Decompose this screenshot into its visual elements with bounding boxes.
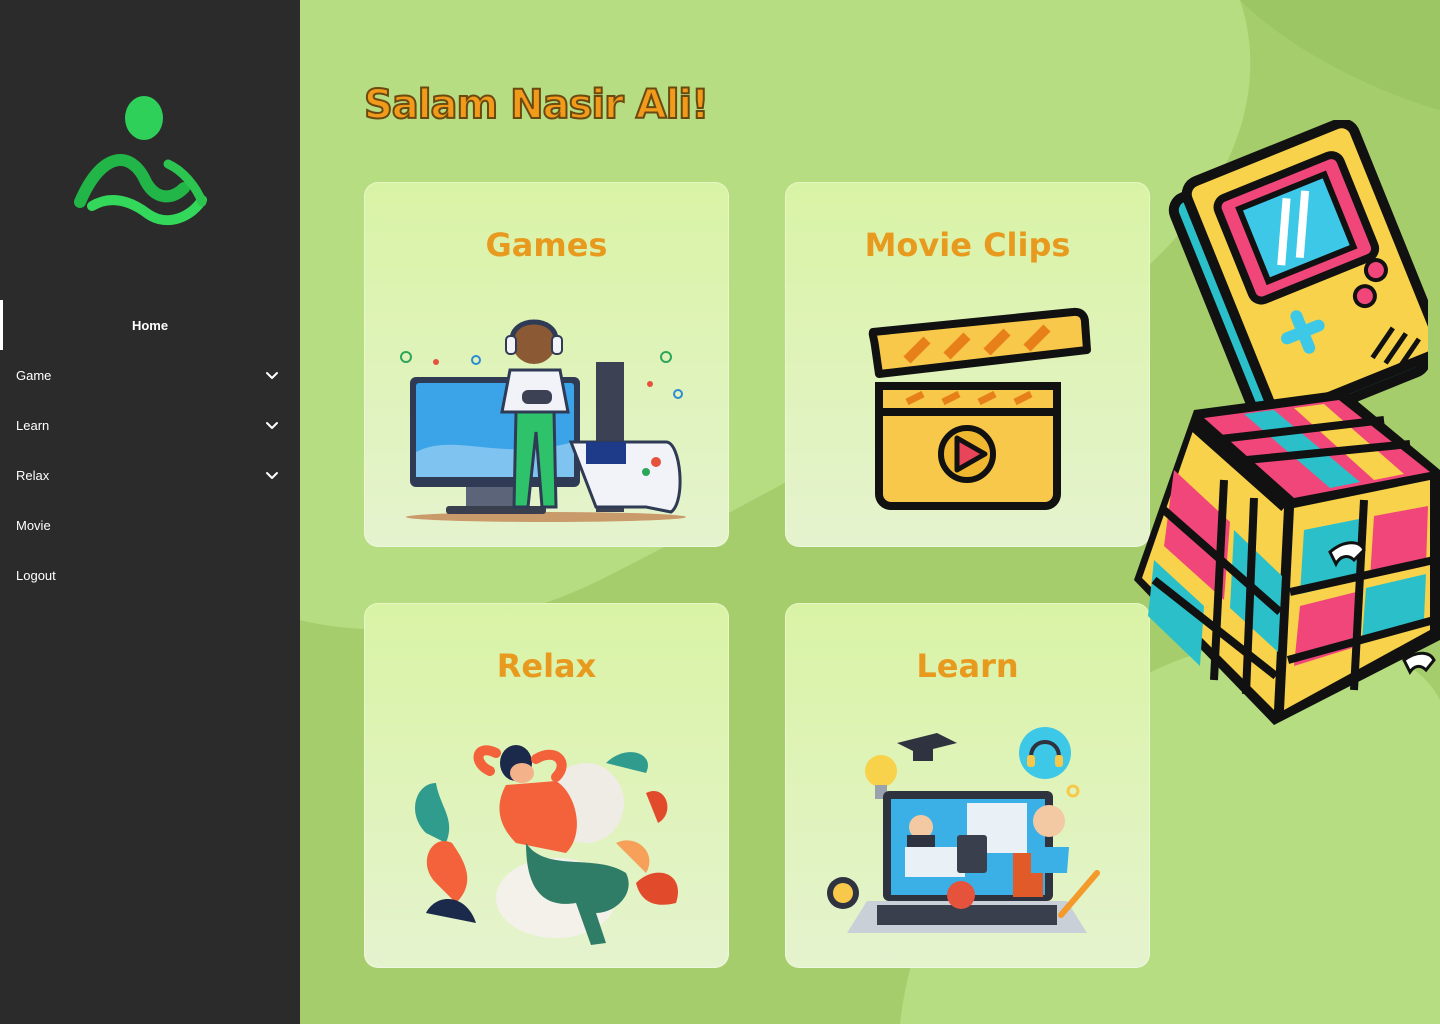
chevron-down-icon[interactable]	[264, 467, 280, 483]
online-learning-illustration	[827, 727, 1100, 933]
sidebar-item-label: Home	[131, 317, 169, 333]
greeting-title: Salam Nasir Ali!	[363, 81, 710, 129]
sidebar-item-game[interactable]: Game	[0, 350, 300, 400]
sidebar-item-learn[interactable]: Learn	[0, 400, 300, 450]
sidebar-item-label: Movie	[16, 517, 51, 533]
sidebar: Home Game Learn Relax Movie Logout	[0, 0, 300, 1024]
chevron-down-icon[interactable]	[264, 417, 280, 433]
sidebar-nav: Home Game Learn Relax Movie Logout	[0, 300, 300, 600]
rubiks-cube-illustration	[1134, 390, 1440, 725]
card-games[interactable]: Games	[364, 182, 729, 547]
card-relax[interactable]: Relax	[364, 603, 729, 968]
sidebar-item-logout[interactable]: Logout	[0, 550, 300, 600]
card-learn[interactable]: Learn	[785, 603, 1150, 968]
sidebar-item-label: Game	[16, 367, 52, 383]
sidebar-item-label: Learn	[16, 417, 50, 433]
gamer-illustration	[400, 319, 686, 522]
card-title: Movie Clips	[864, 226, 1071, 264]
clapperboard-icon	[868, 307, 1091, 510]
sidebar-item-movie[interactable]: Movie	[0, 500, 300, 550]
sidebar-item-relax[interactable]: Relax	[0, 450, 300, 500]
card-title: Learn	[916, 647, 1019, 685]
card-title: Relax	[496, 647, 597, 685]
sidebar-item-home[interactable]: Home	[0, 300, 300, 350]
app-logo[interactable]	[72, 90, 212, 230]
main-content: Salam Nasir Ali! Games Movie Clips Relax…	[300, 0, 1440, 1024]
sidebar-item-label: Relax	[16, 467, 50, 483]
card-title: Games	[485, 226, 608, 264]
relaxing-woman-illustration	[415, 745, 678, 945]
chevron-down-icon[interactable]	[264, 367, 280, 383]
card-movie-clips[interactable]: Movie Clips	[785, 182, 1150, 547]
sidebar-item-label: Logout	[16, 567, 56, 583]
